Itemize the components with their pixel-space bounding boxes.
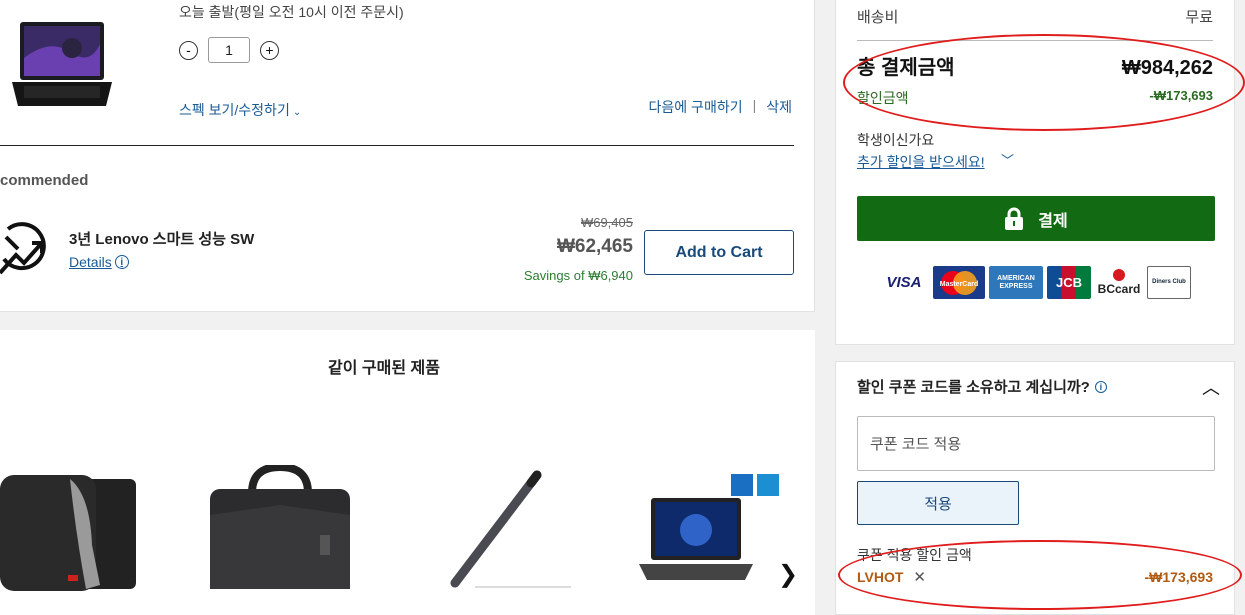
cart-page: 오늘 출발(평일 오전 10시 이전 주문시) - 1 + 스펙 보기/수정하기…: [0, 0, 1245, 615]
discount-label: 할인금액: [857, 90, 909, 106]
details-link[interactable]: Details i: [69, 254, 129, 270]
total-value: ₩984,262: [1121, 57, 1213, 79]
bought-together-section: 같이 구매된 제품 ❯: [0, 330, 815, 615]
decrease-quantity-button[interactable]: -: [179, 40, 198, 60]
shipping-note: 오늘 출발(평일 오전 10시 이전 주문시): [179, 4, 404, 20]
total-row: 총 결제금액 ₩984,262: [857, 51, 1213, 80]
laptop-product-image[interactable]: [10, 18, 114, 110]
details-label: Details: [69, 254, 112, 270]
shipping-label: 배송비: [857, 9, 899, 26]
sale-price: ₩62,465: [556, 236, 633, 257]
spec-edit-label: 스펙 보기/수정하기: [179, 102, 290, 118]
quantity-input[interactable]: 1: [208, 37, 250, 63]
item-actions: 다음에 구매하기 | 삭제: [649, 97, 792, 117]
carousel-next-icon[interactable]: ❯: [778, 560, 798, 589]
cart-item-card: 오늘 출발(평일 오전 10시 이전 주문시) - 1 + 스펙 보기/수정하기…: [0, 0, 815, 312]
recommended-heading: commended: [0, 172, 89, 189]
coupon-question-label: 할인 쿠폰 코드를 소유하고 계십니까?: [857, 379, 1090, 396]
coupon-card: 할인 쿠폰 코드를 소유하고 계십니까? i ︿ 쿠폰 코드 적용 적용 쿠폰 …: [835, 361, 1235, 615]
diners-club-logo: Diners Club: [1147, 266, 1191, 299]
total-label: 총 결제금액: [857, 57, 955, 79]
shipping-value: 무료: [1185, 9, 1213, 26]
section-divider: [0, 145, 794, 146]
quantity-stepper: - 1 +: [179, 37, 279, 63]
student-discount-link[interactable]: 추가 할인을 받으세요!: [857, 152, 985, 172]
bccard-text: BCcard: [1097, 282, 1141, 296]
add-to-cart-button[interactable]: Add to Cart: [644, 230, 794, 275]
coupon-code-input[interactable]: 쿠폰 코드 적용: [857, 416, 1215, 471]
mastercard-text: MasterCard: [940, 281, 979, 288]
applied-coupon-row: LVHOT ✕ -₩173,693: [857, 568, 1213, 586]
shipping-row: 배송비 무료: [857, 6, 1213, 27]
increase-quantity-button[interactable]: +: [260, 40, 279, 60]
payment-logos: VISA MasterCard AMERICAN EXPRESS JCB BCc…: [879, 266, 1191, 299]
laptop-sleeve-image[interactable]: [0, 465, 140, 595]
chevron-down-icon: ⌄: [292, 107, 302, 118]
bccard-icon: [1113, 269, 1125, 281]
laptop-bag-image[interactable]: [200, 465, 360, 595]
save-for-later-link[interactable]: 다음에 구매하기: [649, 97, 743, 117]
summary-divider: [857, 40, 1213, 41]
digital-pen-image[interactable]: [445, 465, 575, 595]
info-icon: i: [114, 255, 129, 269]
checkout-label: 결제: [1038, 212, 1068, 230]
delete-link[interactable]: 삭제: [766, 97, 792, 117]
coupon-code: LVHOT: [857, 569, 904, 585]
chevron-up-icon[interactable]: ︿: [1202, 374, 1220, 400]
warranty-title: 3년 Lenovo 스마트 성능 SW: [69, 231, 255, 248]
remove-coupon-icon[interactable]: ✕: [913, 568, 926, 586]
gaming-laptop-image[interactable]: [635, 472, 785, 587]
discount-value: -₩173,693: [1149, 88, 1213, 103]
student-label: 학생이신가요: [857, 132, 935, 148]
mastercard-icon: MasterCard: [940, 270, 979, 295]
lock-icon: [1005, 207, 1024, 230]
coupon-discount-label: 쿠폰 적용 할인 금액: [857, 547, 972, 563]
coupon-question: 할인 쿠폰 코드를 소유하고 계십니까? i: [857, 376, 1107, 397]
amex-logo: AMERICAN EXPRESS: [989, 266, 1043, 299]
bought-together-title: 같이 구매된 제품: [328, 360, 440, 377]
apply-coupon-button[interactable]: 적용: [857, 481, 1019, 525]
mastercard-logo: MasterCard: [933, 266, 985, 299]
savings-text: Savings of ₩6,940: [523, 268, 633, 283]
bccard-logo: BCcard: [1095, 266, 1143, 299]
discount-row: 할인금액 -₩173,693: [857, 88, 1213, 108]
performance-icon: [0, 222, 46, 275]
spec-edit-link[interactable]: 스펙 보기/수정하기 ⌄: [179, 100, 301, 120]
jcb-logo: JCB: [1047, 266, 1091, 299]
chevron-down-icon[interactable]: ﹀: [1001, 150, 1014, 169]
info-icon[interactable]: i: [1094, 380, 1107, 393]
order-summary-card: 배송비 무료 총 결제금액 ₩984,262 할인금액 -₩173,693 학생…: [835, 0, 1235, 345]
original-price: ₩69,405: [580, 215, 633, 230]
visa-logo: VISA: [886, 274, 922, 291]
divider: |: [752, 97, 757, 113]
checkout-button[interactable]: 결제: [857, 196, 1215, 241]
applied-coupon: LVHOT ✕: [857, 568, 926, 586]
coupon-discount-amount: -₩173,693: [1144, 569, 1213, 585]
